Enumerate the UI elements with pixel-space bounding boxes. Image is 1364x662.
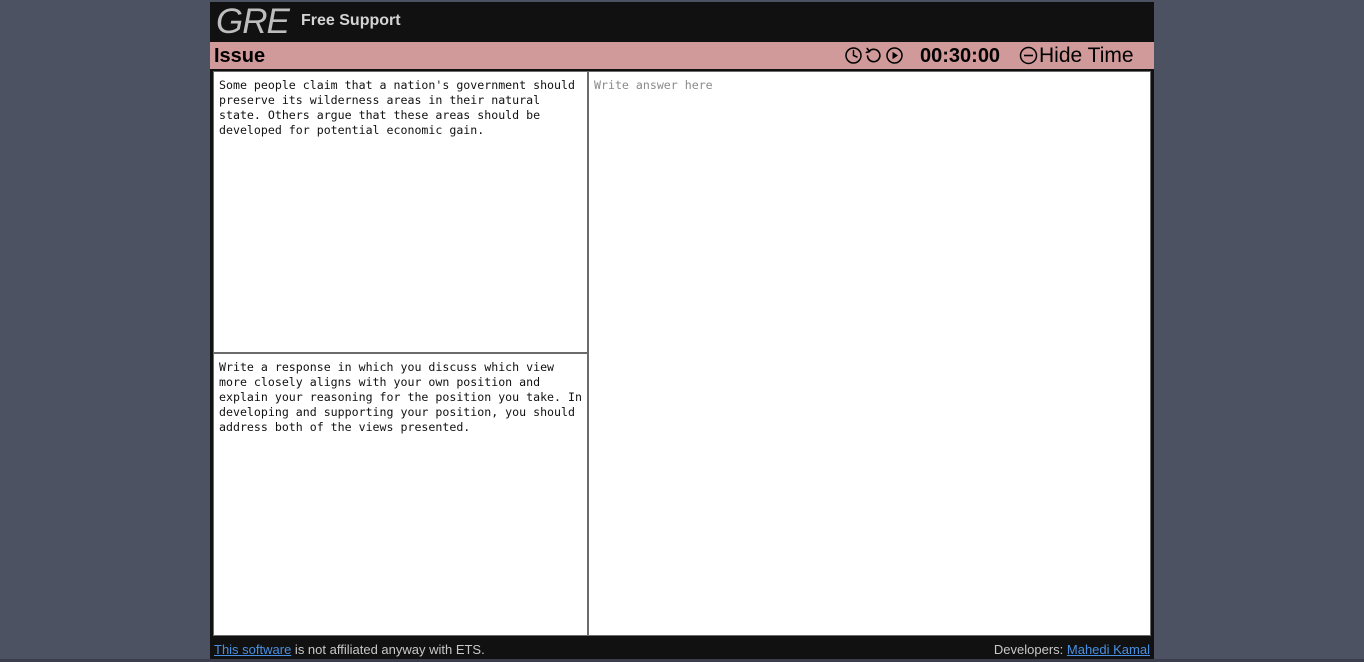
section-title: Issue: [214, 45, 266, 67]
footer: This software is not affiliated anyway w…: [210, 640, 1154, 660]
disclaimer-text: is not affiliated anyway with ETS.: [291, 642, 485, 657]
hide-time-button[interactable]: Hide Time: [1019, 43, 1134, 68]
prompt-statement-panel[interactable]: Some people claim that a nation's govern…: [213, 71, 588, 353]
software-link[interactable]: This software: [214, 642, 291, 657]
clock-icon[interactable]: [844, 46, 863, 65]
prompt-instructions-panel[interactable]: Write a response in which you discuss wh…: [213, 353, 588, 636]
developers-label: Developers:: [993, 642, 1067, 657]
reset-icon[interactable]: [864, 46, 883, 65]
minus-circle-icon: [1019, 46, 1038, 65]
hide-time-label: Hide Time: [1039, 43, 1134, 67]
gre-logo: GRE: [216, 2, 290, 41]
footer-disclaimer: This software is not affiliated anyway w…: [214, 640, 485, 660]
header-subtitle: Free Support: [301, 12, 401, 29]
developer-link[interactable]: Mahedi Kamal: [1067, 642, 1150, 657]
top-bar: GRE Free Support: [210, 2, 1154, 42]
answer-textarea[interactable]: [588, 71, 1151, 636]
prompt-instructions: Write a response in which you discuss wh…: [219, 360, 589, 434]
play-icon[interactable]: [885, 46, 904, 65]
issue-bar: Issue 00:30:00 Hide Time: [210, 42, 1154, 69]
prompt-statement: Some people claim that a nation's govern…: [219, 78, 582, 137]
footer-developers: Developers: Mahedi Kamal: [994, 640, 1150, 660]
countdown-timer: 00:30:00: [920, 45, 1001, 67]
app-window: GRE Free Support Issue 00:30:00 Hide Tim…: [210, 2, 1154, 660]
